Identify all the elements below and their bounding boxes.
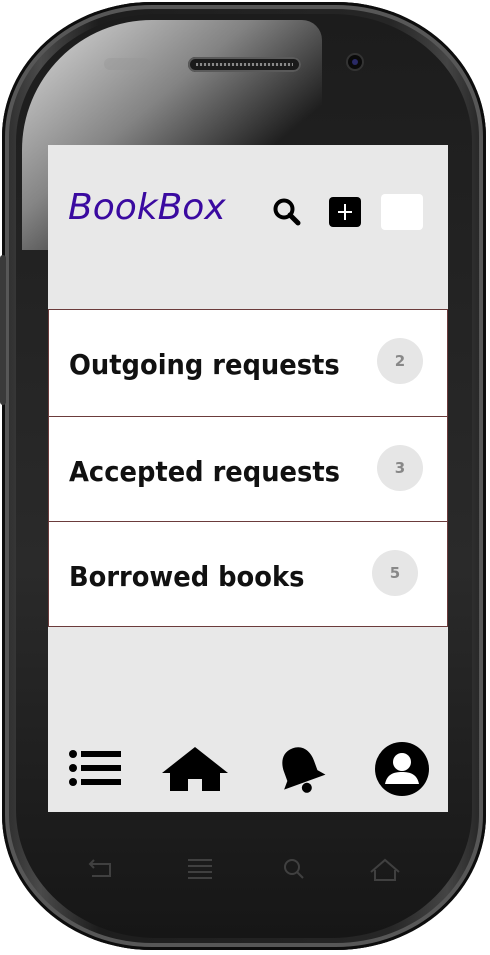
add-button[interactable] (329, 197, 361, 227)
earpiece-speaker (188, 57, 301, 72)
search-icon (273, 198, 301, 226)
back-icon (88, 859, 111, 877)
profile-icon (375, 742, 429, 796)
search-key-icon (284, 859, 304, 879)
bell-icon (282, 747, 326, 793)
volume-button (0, 255, 6, 405)
menu-key (180, 850, 220, 890)
list-item-borrowed-books[interactable]: Borrowed books 5 (48, 521, 448, 627)
list-item-label: Outgoing requests (69, 348, 340, 381)
home-icon (162, 747, 228, 791)
app-screen: BookBox Outgoing requests 2 Accepted req… (48, 145, 448, 812)
list-item-label: Borrowed books (69, 560, 305, 593)
nav-notifications-button[interactable] (270, 741, 330, 797)
list-item-accepted-requests[interactable]: Accepted requests 3 (48, 416, 448, 522)
count-badge: 5 (372, 550, 418, 596)
nav-list-button[interactable] (66, 741, 126, 797)
nav-home-button[interactable] (160, 741, 228, 797)
list-item-outgoing-requests[interactable]: Outgoing requests 2 (48, 309, 448, 417)
list-item-label: Accepted requests (69, 455, 340, 488)
request-list: Outgoing requests 2 Accepted requests 3 … (48, 309, 448, 627)
app-title: BookBox (68, 187, 226, 228)
count-badge: 3 (377, 445, 423, 491)
home-outline-icon (370, 858, 400, 881)
front-camera (348, 55, 362, 69)
nav-profile-button[interactable] (370, 741, 430, 797)
proximity-sensor (104, 58, 150, 70)
search-key (275, 850, 315, 890)
menu-button[interactable] (381, 194, 423, 230)
menu-lines-icon (188, 859, 212, 879)
bottom-navigation (48, 741, 448, 797)
search-button[interactable] (270, 195, 304, 229)
back-key (80, 850, 120, 890)
list-icon (69, 750, 121, 786)
home-key (365, 850, 405, 890)
count-badge: 2 (377, 338, 423, 384)
hardware-keys (60, 850, 430, 890)
